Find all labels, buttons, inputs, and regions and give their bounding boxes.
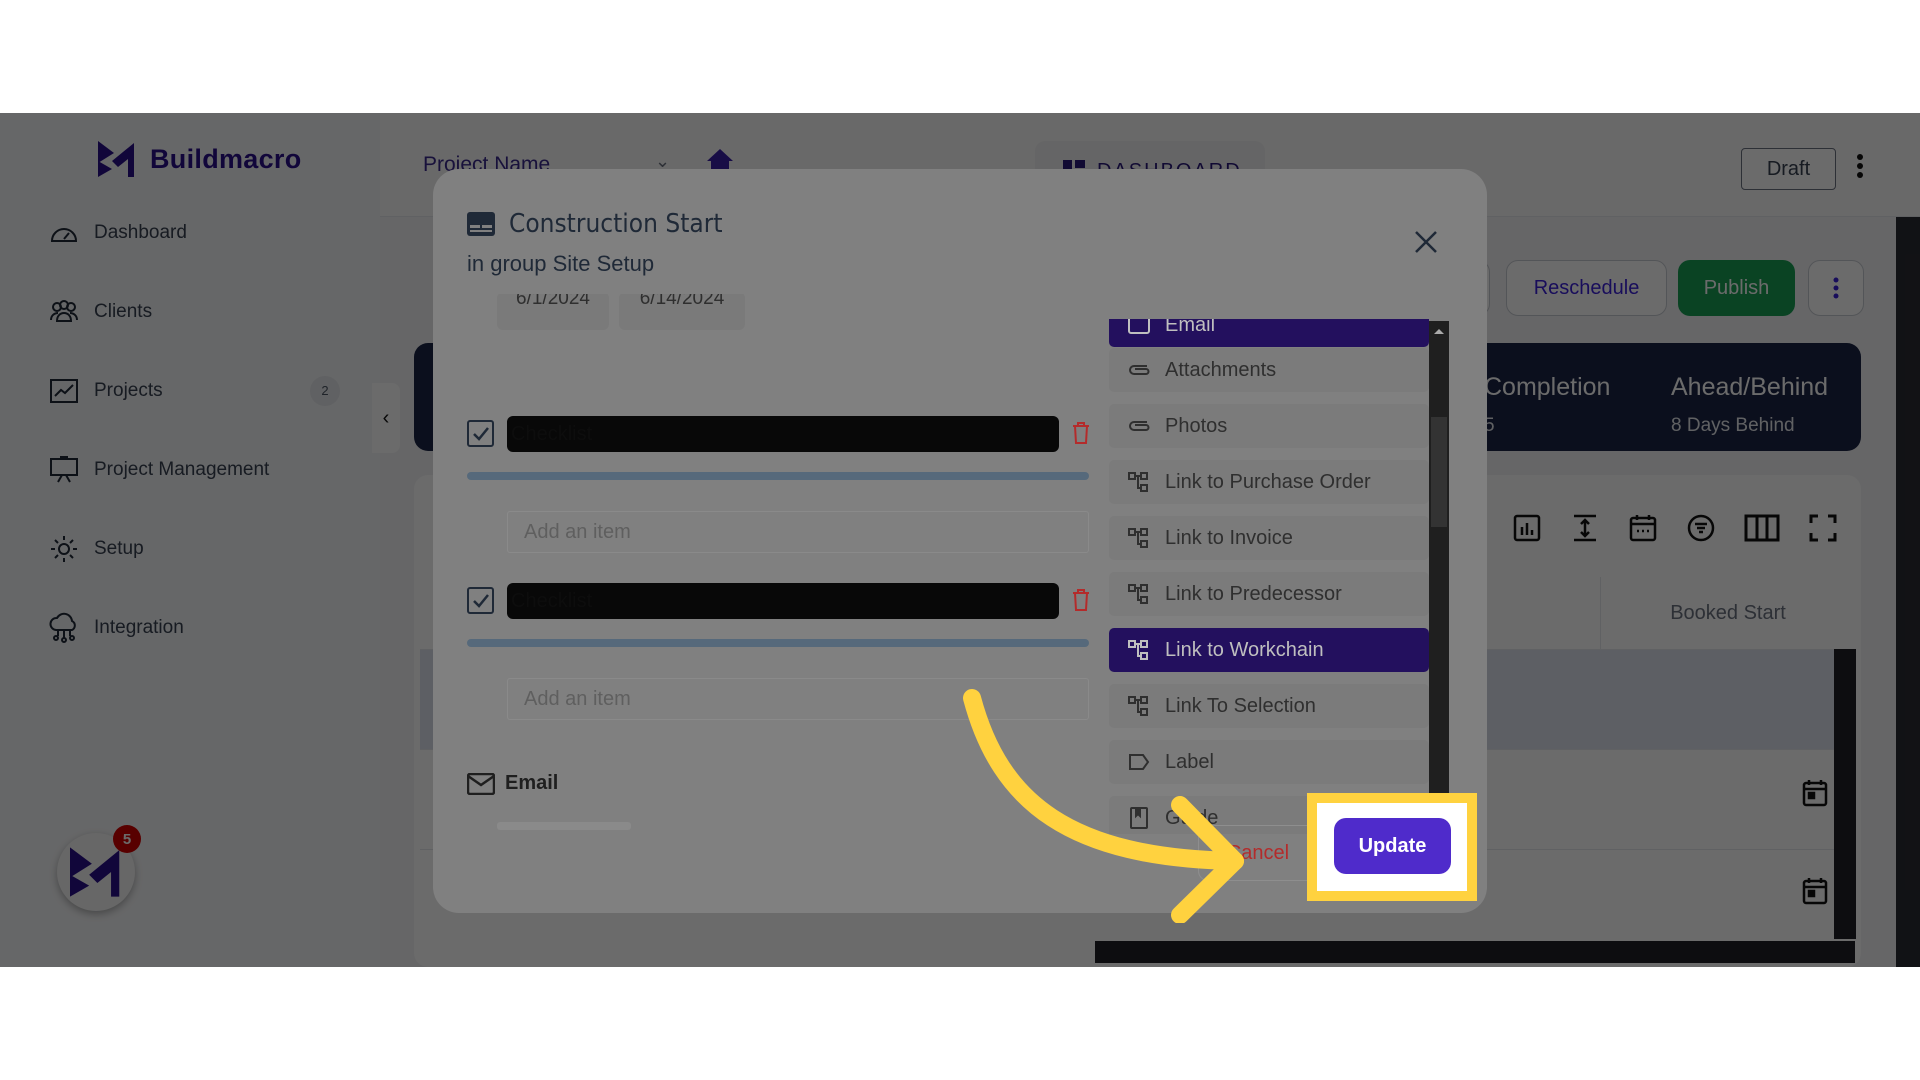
paperclip-icon bbox=[1127, 414, 1151, 438]
email-field[interactable] bbox=[497, 822, 631, 830]
paperclip-icon bbox=[1127, 358, 1151, 382]
menu-item-label: Attachments bbox=[1165, 358, 1277, 381]
checkmark-icon bbox=[472, 593, 489, 608]
menu-item-email[interactable]: Email bbox=[1109, 319, 1429, 347]
menu-item-label: Email bbox=[1165, 319, 1216, 336]
checklist-header: Checklist bbox=[467, 583, 1093, 619]
email-section-header: Email bbox=[467, 772, 558, 795]
email-icon bbox=[467, 772, 495, 795]
email-icon bbox=[1127, 319, 1151, 337]
tutorial-arrow-icon bbox=[963, 689, 1244, 923]
checklist-checkbox[interactable] bbox=[467, 587, 494, 614]
modal-subtitle: in group Site Setup bbox=[467, 251, 655, 276]
trash-icon[interactable] bbox=[1072, 589, 1090, 611]
hierarchy-icon bbox=[1127, 470, 1151, 494]
hierarchy-icon bbox=[1127, 582, 1151, 606]
card-details-icon bbox=[467, 212, 495, 236]
checklist-title-input[interactable]: Checklist bbox=[507, 583, 1059, 619]
menu-item-link-to-workchain[interactable]: Link to Workchain bbox=[1109, 628, 1429, 672]
modal-title: Construction Start bbox=[467, 209, 722, 239]
menu-item-label: Link to Predecessor bbox=[1165, 582, 1342, 605]
menu-item-link-to-predecessor[interactable]: Link to Predecessor bbox=[1109, 572, 1429, 616]
start-date-field[interactable]: 6/1/2024 bbox=[497, 294, 609, 330]
checklist-title-input[interactable]: Checklist bbox=[507, 416, 1059, 452]
end-date-field[interactable]: 6/14/2024 bbox=[619, 294, 745, 330]
menu-item-link-to-purchase-order[interactable]: Link to Purchase Order bbox=[1109, 460, 1429, 504]
menu-scrollbar[interactable] bbox=[1429, 321, 1449, 831]
trash-icon[interactable] bbox=[1072, 422, 1090, 444]
menu-item-label: Link to Workchain bbox=[1165, 638, 1324, 661]
menu-item-link-to-invoice[interactable]: Link to Invoice bbox=[1109, 516, 1429, 560]
update-button[interactable]: Update bbox=[1334, 818, 1451, 874]
close-icon[interactable] bbox=[1411, 227, 1441, 257]
menu-item-label: Link to Invoice bbox=[1165, 526, 1293, 549]
email-section-label: Email bbox=[505, 772, 559, 794]
app-window: Buildmacro Dashboard Clients Projects 2 … bbox=[0, 113, 1920, 967]
hierarchy-icon bbox=[1127, 638, 1151, 662]
checkmark-icon bbox=[472, 426, 489, 441]
menu-item-photos[interactable]: Photos bbox=[1109, 404, 1429, 448]
checklist-header: Checklist bbox=[467, 416, 1093, 452]
checklist-progress-bar bbox=[467, 639, 1089, 647]
modal-title-text: Construction Start bbox=[509, 209, 723, 239]
menu-item-label: Link to Purchase Order bbox=[1165, 470, 1371, 493]
menu-scrollbar-thumb[interactable] bbox=[1431, 417, 1447, 527]
add-item-input[interactable]: Add an item bbox=[507, 511, 1089, 553]
menu-item-label: Photos bbox=[1165, 414, 1228, 437]
scroll-up-icon[interactable] bbox=[1429, 325, 1449, 337]
checklist-checkbox[interactable] bbox=[467, 420, 494, 447]
hierarchy-icon bbox=[1127, 526, 1151, 550]
checklist-progress-bar bbox=[467, 472, 1089, 480]
menu-item-attachments[interactable]: Attachments bbox=[1109, 348, 1429, 392]
